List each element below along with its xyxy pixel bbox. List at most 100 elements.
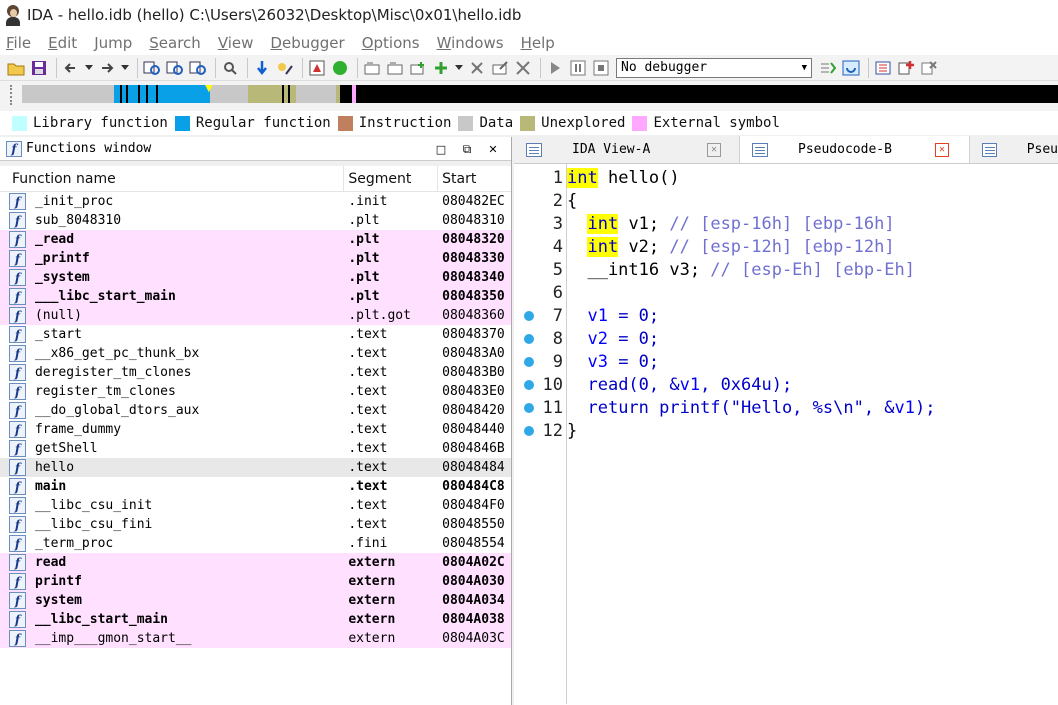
function-row[interactable]: f register_tm_clones .text 080483E0 (0, 382, 511, 401)
make-data-icon[interactable] (385, 58, 405, 78)
jump-down-icon[interactable] (252, 58, 272, 78)
breakpoint-dot-icon[interactable] (524, 402, 534, 413)
dropdown-arrow-icon[interactable] (454, 58, 464, 78)
line-number: 12 (542, 420, 563, 441)
function-row[interactable]: f read extern 0804A02C (0, 553, 511, 572)
make-code-icon[interactable] (362, 58, 382, 78)
tab-close-icon[interactable]: ✕ (707, 142, 721, 157)
column-header-start[interactable]: Start (438, 166, 511, 192)
tab-close-icon[interactable]: ✕ (935, 142, 949, 157)
breakpoint-dot-icon[interactable] (524, 356, 534, 367)
dropdown-arrow-icon[interactable] (120, 58, 130, 78)
menu-debugger[interactable]: Debugger (270, 34, 344, 52)
function-row[interactable]: f __imp___gmon_start__ extern 0804A03C (0, 629, 511, 648)
list-window-icon[interactable] (873, 58, 893, 78)
code-line[interactable]: 7 v1 = 0; (514, 304, 1058, 327)
function-row[interactable]: f _term_proc .fini 08048554 (0, 534, 511, 553)
function-row[interactable]: f ___libc_start_main .plt 08048350 (0, 287, 511, 306)
column-header-function-name[interactable]: Function name (8, 165, 345, 192)
open-folder-icon[interactable] (6, 58, 26, 78)
debugger-select[interactable]: No debugger ▼ (616, 57, 812, 78)
function-row[interactable]: f __x86_get_pc_thunk_bx .text 080483A0 (0, 344, 511, 363)
function-row[interactable]: f deregister_tm_clones .text 080483B0 (0, 363, 511, 382)
code-line[interactable]: 8 v2 = 0; (514, 327, 1058, 350)
breakpoint-dot-icon[interactable] (524, 379, 534, 390)
code-line[interactable]: 6 (514, 281, 1058, 304)
menu-jump[interactable]: Jump (94, 34, 132, 52)
function-segment: .text (348, 479, 388, 494)
tab-pseudocode-partial[interactable]: Pseu (970, 136, 1058, 163)
function-row[interactable]: f __libc_start_main extern 0804A038 (0, 610, 511, 629)
function-row[interactable]: f system extern 0804A034 (0, 591, 511, 610)
breakpoint-dot-icon[interactable] (524, 333, 534, 344)
function-row[interactable]: f _start .text 08048370 (0, 325, 511, 344)
pause-icon[interactable] (568, 58, 588, 78)
tab-pseudocode-b[interactable]: Pseudocode-B ✕ (740, 136, 970, 163)
function-row[interactable]: f __libc_csu_fini .text 08048550 (0, 515, 511, 534)
function-row[interactable]: f sub_8048310 .plt 08048310 (0, 211, 511, 230)
menu-help[interactable]: Help (521, 34, 555, 52)
minimize-icon[interactable]: □ (433, 141, 449, 157)
edit-icon[interactable] (490, 58, 510, 78)
menu-view[interactable]: View (218, 34, 254, 52)
dropdown-arrow-icon[interactable] (84, 58, 94, 78)
undefine-icon[interactable] (467, 58, 487, 78)
menu-options[interactable]: Options (362, 34, 420, 52)
code-line[interactable]: 10 read(0, &v1, 0x64u); (514, 373, 1058, 396)
close-x-icon[interactable] (513, 58, 533, 78)
code-line[interactable]: 3 int v1; // [esp-16h] [ebp-16h] (514, 212, 1058, 235)
menu-windows[interactable]: Windows (437, 34, 504, 52)
code-line[interactable]: 2{ (514, 189, 1058, 212)
menu-file[interactable]: File (6, 34, 31, 52)
breakpoint-dot-icon[interactable] (524, 425, 534, 436)
function-row[interactable]: f _init_proc .init 080482EC (0, 192, 511, 211)
code-line[interactable]: 4 int v2; // [esp-12h] [ebp-12h] (514, 235, 1058, 258)
debug-attach-icon[interactable] (841, 58, 861, 78)
column-header-segment[interactable]: Segment (344, 165, 439, 192)
binary-search-icon[interactable] (142, 58, 162, 78)
function-row[interactable]: f printf extern 0804A030 (0, 572, 511, 591)
function-row[interactable]: f main .text 080484C8 (0, 477, 511, 496)
find-icon[interactable] (220, 58, 240, 78)
debug-step-icon[interactable] (818, 58, 838, 78)
function-row[interactable]: f __do_global_dtors_aux .text 08048420 (0, 401, 511, 420)
play-icon[interactable] (545, 58, 565, 78)
forward-arrow-icon[interactable] (97, 58, 117, 78)
menu-edit[interactable]: Edit (48, 34, 77, 52)
close-icon[interactable]: ✕ (485, 141, 501, 157)
pseudocode-editor[interactable]: 1 int hello() 2{3 int v1; // [esp-16h] [eb… (514, 164, 1058, 704)
code-line[interactable]: 11 return printf("Hello, %s\n", &v1); (514, 396, 1058, 419)
function-name: _printf (34, 251, 90, 266)
function-row[interactable]: f (null) .plt.got 08048360 (0, 306, 511, 325)
menu-search[interactable]: Search (149, 34, 201, 52)
text-search-icon[interactable] (165, 58, 185, 78)
tab-label: Pseudocode-B (798, 142, 892, 157)
code-line[interactable]: 9 v3 = 0; (514, 350, 1058, 373)
function-row[interactable]: f _read .plt 08048320 (0, 230, 511, 249)
code-line[interactable]: 5 __int16 v3; // [esp-Eh] [ebp-Eh] (514, 258, 1058, 281)
breakpoint-dot-icon[interactable] (524, 310, 534, 321)
function-row[interactable]: f hello .text 08048484 (0, 458, 511, 477)
function-row[interactable]: f getShell .text 0804846B (0, 439, 511, 458)
add-breakpoint-icon[interactable] (896, 58, 916, 78)
function-row[interactable]: f _system .plt 08048340 (0, 268, 511, 287)
navigation-strip[interactable]: ▼ (22, 85, 1058, 103)
mark-position-icon[interactable] (275, 58, 295, 78)
run-green-icon[interactable] (330, 58, 350, 78)
graph-overview-icon[interactable] (307, 58, 327, 78)
make-array-icon[interactable] (408, 58, 428, 78)
code-line[interactable]: 1 int hello() (514, 166, 1058, 189)
code-line[interactable]: 12} (514, 419, 1058, 442)
delete-breakpoint-icon[interactable] (919, 58, 939, 78)
back-arrow-icon[interactable] (61, 58, 81, 78)
function-row[interactable]: f __libc_csu_init .text 080484F0 (0, 496, 511, 515)
immediate-search-icon[interactable] (188, 58, 208, 78)
restore-icon[interactable]: ⧉ (459, 141, 475, 157)
tab-ida-view-a[interactable]: IDA View-A ✕ (514, 136, 740, 163)
add-green-icon[interactable] (431, 58, 451, 78)
stop-icon[interactable] (591, 58, 611, 78)
function-row[interactable]: f frame_dummy .text 08048440 (0, 420, 511, 439)
function-row[interactable]: f _printf .plt 08048330 (0, 249, 511, 268)
toolbar: No debugger ▼ (0, 55, 1058, 81)
save-icon[interactable] (29, 58, 49, 78)
